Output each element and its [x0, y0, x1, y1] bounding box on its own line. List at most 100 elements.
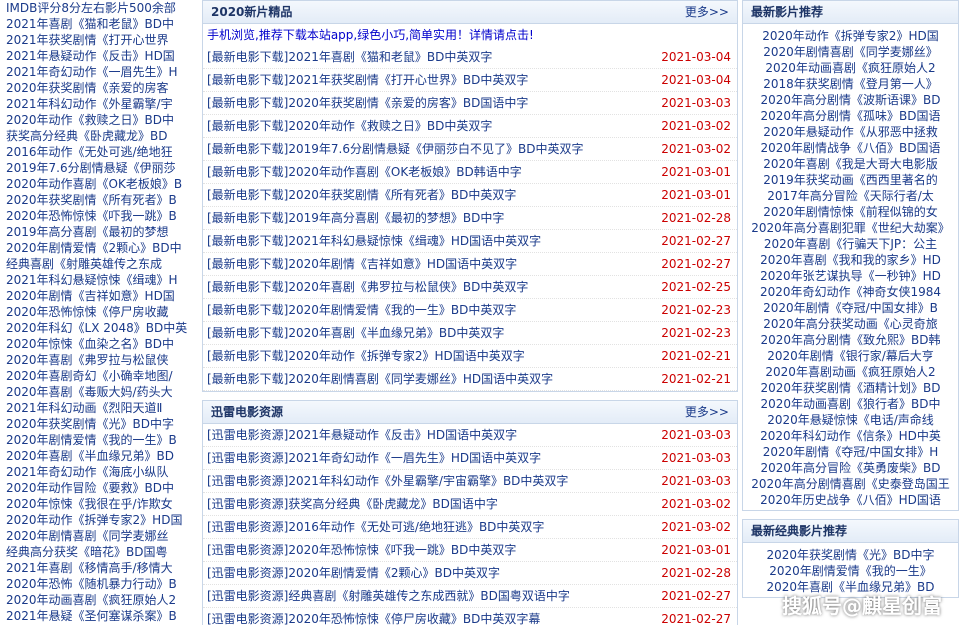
- left-movie-link[interactable]: 2021年喜剧《移情高手/移情大: [0, 560, 196, 576]
- news-row: [迅雷电影资源]2016年动作《无处可逃/绝地狂逃》BD中英双字 2021-03-…: [203, 516, 737, 539]
- recommended-movie-link[interactable]: 2020年奇幻动作《神奇女侠1984: [743, 284, 958, 300]
- left-movie-link[interactable]: 2019年7.6分剧情悬疑《伊丽莎: [0, 160, 196, 176]
- recommended-movie-link[interactable]: 2020年动作《拆弹专家2》HD国: [743, 28, 958, 44]
- left-movie-link[interactable]: 2021年悬疑《圣何塞谋杀案》B: [0, 608, 196, 624]
- news-title-link[interactable]: [迅雷电影资源]2021年奇幻动作《一眉先生》HD国语中英双字: [207, 451, 541, 465]
- news-title-link[interactable]: [最新电影下载]2020年剧情喜剧《同学麦娜丝》HD国语中英双字: [207, 372, 553, 386]
- left-movie-link[interactable]: 2021年奇幻动作《一眉先生》H: [0, 64, 196, 80]
- left-movie-link[interactable]: 2020年动作喜剧《OK老板娘》B: [0, 176, 196, 192]
- news-title-link[interactable]: [迅雷电影资源]2020年恐怖惊悚《停尸房收藏》BD中英双字幕: [207, 612, 540, 625]
- left-movie-link[interactable]: 2020年惊悚《血染之名》BD中: [0, 336, 196, 352]
- news-title-link[interactable]: [迅雷电影资源]2020年剧情爱情《2颗心》BD中英双字: [207, 566, 500, 580]
- news-title-link[interactable]: [迅雷电影资源]经典喜剧《射雕英雄传之东成西就》BD国粤双语中字: [207, 589, 570, 603]
- recommended-movie-link[interactable]: 2020年剧情《银行家/幕后大亨: [743, 348, 958, 364]
- recommended-movie-link[interactable]: 2020年高分喜剧犯罪《世纪大劫案》: [743, 220, 958, 236]
- left-movie-link[interactable]: 经典喜剧《射雕英雄传之东成: [0, 256, 196, 272]
- left-movie-link[interactable]: 2021年科幻悬疑惊悚《缉魂》H: [0, 272, 196, 288]
- recommended-movie-link[interactable]: 2020年高分剧情《致允熙》BD韩: [743, 332, 958, 348]
- thunder-resources-more-link[interactable]: 更多>>: [685, 401, 729, 423]
- left-movie-link[interactable]: 2020年获奖剧情《光》BD中字: [0, 416, 196, 432]
- left-movie-link[interactable]: 2020年喜剧《毒贩大妈/药头大: [0, 384, 196, 400]
- left-movie-link[interactable]: 2021年悬疑动作《反击》HD国: [0, 48, 196, 64]
- left-movie-link[interactable]: 2020年剧情《吉祥如意》HD国: [0, 288, 196, 304]
- news-title-link[interactable]: [最新电影下载]2020年获奖剧情《亲爱的房客》BD国语中字: [207, 96, 528, 110]
- news-row: [迅雷电影资源]2020年恐怖惊悚《停尸房收藏》BD中英双字幕 2021-02-2…: [203, 608, 737, 625]
- left-movie-link[interactable]: 2020年惊悚《我很在乎/诈欺女: [0, 496, 196, 512]
- recommended-movie-link[interactable]: 2020年剧情喜剧《同学麦娜丝》: [743, 44, 958, 60]
- recommended-movie-link[interactable]: 2020年科幻动作《信条》HD中英: [743, 428, 958, 444]
- left-movie-link[interactable]: 2020年剧情爱情《我的一生》B: [0, 432, 196, 448]
- recommended-movie-link[interactable]: 2017年高分冒险《天际行者/太: [743, 188, 958, 204]
- left-movie-link[interactable]: 2019年高分喜剧《最初的梦想: [0, 224, 196, 240]
- recommended-movie-link[interactable]: 2020年剧情爱情《我的一生》: [743, 563, 958, 579]
- news-title-link[interactable]: [最新电影下载]2019年高分喜剧《最初的梦想》BD中字: [207, 211, 504, 225]
- new-releases-more-link[interactable]: 更多>>: [685, 1, 729, 23]
- recommended-movie-link[interactable]: 2020年喜剧《行骗天下JP：公主: [743, 236, 958, 252]
- news-title-link[interactable]: [最新电影下载]2020年获奖剧情《所有死者》BD中英双字: [207, 188, 516, 202]
- left-movie-link[interactable]: 2020年喜剧《弗罗拉与松鼠侠: [0, 352, 196, 368]
- news-title-link[interactable]: [最新电影下载]2020年喜剧《半血缘兄弟》BD中英双字: [207, 326, 504, 340]
- news-title-link[interactable]: [最新电影下载]2020年动作喜剧《OK老板娘》BD韩语中字: [207, 165, 522, 179]
- left-movie-link[interactable]: 2020年动作冒险《要救》BD中: [0, 480, 196, 496]
- recommended-movie-link[interactable]: 2020年剧情战争《八佰》BD国语: [743, 140, 958, 156]
- news-title-link[interactable]: [最新电影下载]2021年科幻悬疑惊悚《缉魂》HD国语中英双字: [207, 234, 541, 248]
- news-title-link[interactable]: [迅雷电影资源]2016年动作《无处可逃/绝地狂逃》BD中英双字: [207, 520, 544, 534]
- left-movie-link[interactable]: 2020年科幻《LX 2048》BD中英: [0, 320, 196, 336]
- news-title-link[interactable]: [迅雷电影资源]获奖高分经典《卧虎藏龙》BD国语中字: [207, 497, 498, 511]
- recommended-movie-link[interactable]: 2020年高分剧情《孤味》BD国语: [743, 108, 958, 124]
- left-movie-link[interactable]: 2021年喜剧《猫和老鼠》BD中: [0, 16, 196, 32]
- recommended-movie-link[interactable]: 2020年喜剧《我是大哥大电影版: [743, 156, 958, 172]
- news-title-link[interactable]: [最新电影下载]2021年获奖剧情《打开心世界》BD中英双字: [207, 73, 528, 87]
- recommended-movie-link[interactable]: 2020年悬疑动作《从邪恶中拯救: [743, 124, 958, 140]
- recommended-movie-link[interactable]: 2020年高分剧情《波斯语课》BD: [743, 92, 958, 108]
- news-title-link[interactable]: [迅雷电影资源]2021年科幻动作《外星霸擎/宇宙霸擎》BD中英双字: [207, 474, 568, 488]
- news-title-link[interactable]: [最新电影下载]2020年剧情《吉祥如意》HD国语中英双字: [207, 257, 517, 271]
- recommended-movie-link[interactable]: 2020年喜剧《我和我的家乡》HD: [743, 252, 958, 268]
- left-movie-link[interactable]: 2020年恐怖惊悚《吓我一跳》B: [0, 208, 196, 224]
- left-movie-link[interactable]: 2016年动作《无处可逃/绝地狂: [0, 144, 196, 160]
- left-movie-link[interactable]: 2021年科幻动画《烈阳天道Ⅱ: [0, 400, 196, 416]
- left-movie-link[interactable]: 2020年剧情喜剧《同学麦娜丝: [0, 528, 196, 544]
- news-title-link[interactable]: [迅雷电影资源]2021年悬疑动作《反击》HD国语中英双字: [207, 428, 517, 442]
- recommended-movie-link[interactable]: 2020年动画喜剧《疯狂原始人2: [743, 60, 958, 76]
- recommended-movie-link[interactable]: 2020年高分获奖动画《心灵奇旅: [743, 316, 958, 332]
- recommended-movie-link[interactable]: 2020年高分冒险《英勇废柴》BD: [743, 460, 958, 476]
- news-title-link[interactable]: [最新电影下载]2020年喜剧《弗罗拉与松鼠侠》BD中英双字: [207, 280, 528, 294]
- recommended-movie-link[interactable]: 2020年动画喜剧《狼行者》BD中: [743, 396, 958, 412]
- recommended-movie-link[interactable]: 2020年剧情惊悚《前程似锦的女: [743, 204, 958, 220]
- app-promo-link[interactable]: 手机浏览,推荐下载本站app,绿色小巧,简单实用！详情请点击!: [203, 24, 737, 46]
- recommended-movie-link[interactable]: 2020年张艺谋执导《一秒钟》HD: [743, 268, 958, 284]
- recommended-movie-link[interactable]: 2020年高分剧情喜剧《史泰登岛国王: [743, 476, 958, 492]
- news-title-link[interactable]: [迅雷电影资源]2020年恐怖惊悚《吓我一跳》BD中英双字: [207, 543, 516, 557]
- recommended-movie-link[interactable]: 2020年喜剧动画《疯狂原始人2: [743, 364, 958, 380]
- left-movie-link[interactable]: 2020年获奖剧情《所有死者》B: [0, 192, 196, 208]
- recommended-movie-link[interactable]: 2020年历史战争《八佰》HD国语: [743, 492, 958, 508]
- left-movie-link[interactable]: 2020年喜剧《半血缘兄弟》BD: [0, 448, 196, 464]
- left-movie-link[interactable]: 2021年奇幻动作《海底小纵队: [0, 464, 196, 480]
- recommended-movie-link[interactable]: 2020年悬疑惊悚《电话/声命线: [743, 412, 958, 428]
- news-title-link[interactable]: [最新电影下载]2020年动作《拆弹专家2》HD国语中英双字: [207, 349, 525, 363]
- left-movie-link[interactable]: 2020年恐怖惊悚《停尸房收藏: [0, 304, 196, 320]
- recommended-movie-link[interactable]: 2020年获奖剧情《酒精计划》BD: [743, 380, 958, 396]
- left-movie-link[interactable]: 2020年动作《拆弹专家2》HD国: [0, 512, 196, 528]
- left-movie-link[interactable]: 获奖高分经典《卧虎藏龙》BD: [0, 128, 196, 144]
- left-movie-link[interactable]: 2020年动画喜剧《疯狂原始人2: [0, 592, 196, 608]
- left-movie-link[interactable]: 2020年喜剧奇幻《小确幸地图/: [0, 368, 196, 384]
- recommended-movie-link[interactable]: 2018年获奖剧情《登月第一人》: [743, 76, 958, 92]
- left-movie-link[interactable]: 2020年恐怖《随机暴力行动》B: [0, 576, 196, 592]
- left-movie-link[interactable]: 经典高分获奖《暗花》BD国粤: [0, 544, 196, 560]
- left-movie-link[interactable]: 2020年动作《救赎之日》BD中: [0, 112, 196, 128]
- left-movie-link[interactable]: IMDB评分8分左右影片500余部: [0, 0, 196, 16]
- news-title-link[interactable]: [最新电影下载]2021年喜剧《猫和老鼠》BD中英双字: [207, 50, 492, 64]
- left-movie-link[interactable]: 2021年获奖剧情《打开心世界: [0, 32, 196, 48]
- recommended-movie-link[interactable]: 2020年剧情《夺冠/中国女排》B: [743, 300, 958, 316]
- recommended-movie-link[interactable]: 2019年获奖动画《西西里著名的: [743, 172, 958, 188]
- left-movie-link[interactable]: 2020年获奖剧情《亲爱的房客: [0, 80, 196, 96]
- recommended-movie-link[interactable]: 2020年剧情《夺冠/中国女排》H: [743, 444, 958, 460]
- recommended-movie-link[interactable]: 2020年获奖剧情《光》BD中字: [743, 547, 958, 563]
- news-title-link[interactable]: [最新电影下载]2019年7.6分剧情悬疑《伊丽莎白不见了》BD中英双字: [207, 142, 583, 156]
- news-title-link[interactable]: [最新电影下载]2020年剧情爱情《我的一生》BD中英双字: [207, 303, 516, 317]
- news-title-link[interactable]: [最新电影下载]2020年动作《救赎之日》BD中英双字: [207, 119, 492, 133]
- left-movie-link[interactable]: 2021年科幻动作《外星霸擎/宇: [0, 96, 196, 112]
- left-movie-link[interactable]: 2020年剧情爱情《2颗心》BD中: [0, 240, 196, 256]
